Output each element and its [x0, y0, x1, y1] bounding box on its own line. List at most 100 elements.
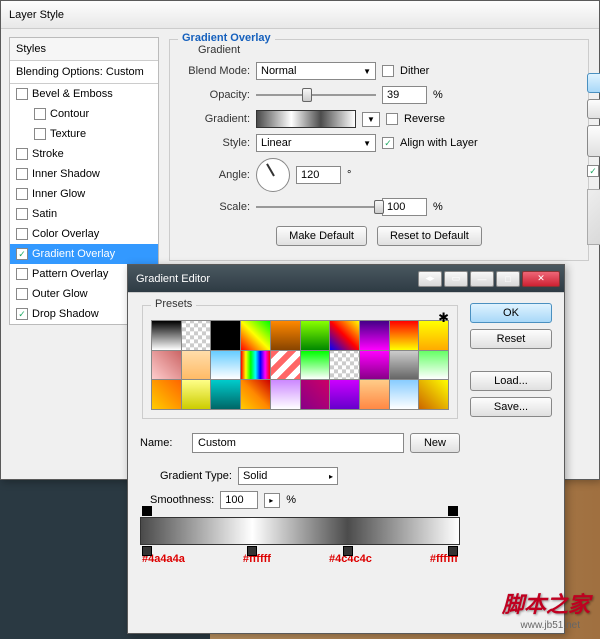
preset-swatch[interactable]	[360, 351, 389, 380]
style-checkbox[interactable]	[16, 148, 28, 160]
preset-swatch[interactable]	[390, 380, 419, 409]
preset-swatch[interactable]	[301, 321, 330, 350]
style-item[interactable]: ✓Gradient Overlay	[10, 244, 158, 264]
preset-swatch[interactable]	[330, 380, 359, 409]
style-checkbox[interactable]	[16, 208, 28, 220]
preset-swatch[interactable]	[241, 351, 270, 380]
gradient-swatch[interactable]	[256, 110, 356, 128]
cancel-button[interactable]: Cancel	[587, 99, 600, 119]
opacity-slider[interactable]	[256, 86, 376, 104]
style-checkbox[interactable]	[16, 228, 28, 240]
gradient-dropdown-arrow[interactable]: ▼	[362, 112, 380, 127]
preset-swatch[interactable]	[182, 351, 211, 380]
preset-swatch[interactable]	[301, 380, 330, 409]
preset-swatch[interactable]	[360, 380, 389, 409]
preset-swatch[interactable]	[419, 351, 448, 380]
preset-swatch[interactable]	[241, 380, 270, 409]
style-item[interactable]: Inner Shadow	[10, 164, 158, 184]
style-item[interactable]: Inner Glow	[10, 184, 158, 204]
reset-button[interactable]: Reset	[470, 329, 552, 349]
style-checkbox[interactable]	[16, 188, 28, 200]
preset-swatch[interactable]	[330, 351, 359, 380]
type-dropdown[interactable]: Solid▸	[238, 467, 338, 485]
color-stop[interactable]	[448, 546, 458, 556]
reset-default-button[interactable]: Reset to Default	[377, 226, 482, 246]
titlebar[interactable]: Gradient Editor ◂▸ ▭ — □ ✕	[128, 265, 564, 293]
style-checkbox[interactable]	[16, 288, 28, 300]
gradient-bar[interactable]	[140, 517, 460, 545]
preset-swatch[interactable]	[152, 380, 181, 409]
new-style-button[interactable]: New Style...	[587, 125, 600, 157]
close-icon[interactable]: ✕	[522, 271, 560, 287]
preset-swatch[interactable]	[152, 351, 181, 380]
preset-swatch[interactable]	[271, 351, 300, 380]
opacity-stop[interactable]	[448, 506, 458, 516]
preset-swatch[interactable]	[390, 351, 419, 380]
style-label: Stroke	[32, 148, 64, 160]
opacity-value[interactable]: 39	[382, 86, 427, 104]
styles-header[interactable]: Styles	[10, 38, 158, 61]
style-item[interactable]: Contour	[10, 104, 158, 124]
blend-mode-dropdown[interactable]: Normal▼	[256, 62, 376, 80]
gradient-overlay-group: Gradient Overlay Gradient Blend Mode: No…	[169, 39, 589, 261]
scale-slider[interactable]	[256, 198, 376, 216]
preview-checkbox[interactable]: ✓	[587, 165, 599, 177]
nav-back-icon[interactable]: ◂▸	[418, 271, 442, 287]
angle-dial[interactable]	[256, 158, 290, 192]
style-checkbox[interactable]	[34, 108, 46, 120]
angle-value[interactable]: 120	[296, 166, 341, 184]
preset-swatch[interactable]	[211, 321, 240, 350]
style-item[interactable]: Satin	[10, 204, 158, 224]
save-button[interactable]: Save...	[470, 397, 552, 417]
gear-icon[interactable]: ✱	[438, 310, 449, 326]
dither-checkbox[interactable]	[382, 65, 394, 77]
titlebar[interactable]: Layer Style	[1, 1, 599, 29]
style-checkbox[interactable]	[34, 128, 46, 140]
preset-swatch[interactable]	[301, 351, 330, 380]
preset-swatch[interactable]	[419, 380, 448, 409]
name-input[interactable]	[192, 433, 404, 453]
smoothness-arrow[interactable]: ▸	[264, 493, 280, 508]
opacity-stop[interactable]	[142, 506, 152, 516]
watermark-url: www.jb51.net	[521, 620, 580, 631]
preset-swatch[interactable]	[271, 321, 300, 350]
preset-swatch[interactable]	[211, 351, 240, 380]
color-stop[interactable]	[142, 546, 152, 556]
load-button[interactable]: Load...	[470, 371, 552, 391]
preset-swatch[interactable]	[390, 321, 419, 350]
style-checkbox[interactable]: ✓	[16, 248, 28, 260]
make-default-button[interactable]: Make Default	[276, 226, 367, 246]
color-stop[interactable]	[247, 546, 257, 556]
new-button[interactable]: New	[410, 433, 460, 453]
style-checkbox[interactable]	[16, 168, 28, 180]
align-checkbox[interactable]: ✓	[382, 137, 394, 149]
preset-swatch[interactable]	[182, 321, 211, 350]
ok-button[interactable]: OK	[470, 303, 552, 323]
preset-swatch[interactable]	[152, 321, 181, 350]
preset-swatch[interactable]	[330, 321, 359, 350]
sub-legend: Gradient	[194, 44, 244, 56]
style-checkbox[interactable]: ✓	[16, 308, 28, 320]
minimize2-icon[interactable]: —	[470, 271, 494, 287]
style-item[interactable]: Stroke	[10, 144, 158, 164]
preset-swatch[interactable]	[360, 321, 389, 350]
smoothness-value[interactable]: 100	[220, 491, 258, 509]
style-checkbox[interactable]	[16, 268, 28, 280]
preset-swatch[interactable]	[271, 380, 300, 409]
style-item[interactable]: Color Overlay	[10, 224, 158, 244]
style-item[interactable]: Bevel & Emboss	[10, 84, 158, 104]
maximize-icon[interactable]: □	[496, 271, 520, 287]
preset-swatch[interactable]	[211, 380, 240, 409]
style-dropdown[interactable]: Linear▼	[256, 134, 376, 152]
blending-options[interactable]: Blending Options: Custom	[10, 61, 158, 84]
minimize-icon[interactable]: ▭	[444, 271, 468, 287]
color-stop[interactable]	[343, 546, 353, 556]
reverse-checkbox[interactable]	[386, 113, 398, 125]
style-checkbox[interactable]	[16, 88, 28, 100]
preset-swatch[interactable]	[182, 380, 211, 409]
ok-button[interactable]: OK	[587, 73, 600, 93]
preset-swatch[interactable]	[241, 321, 270, 350]
scale-value[interactable]: 100	[382, 198, 427, 216]
style-item[interactable]: Texture	[10, 124, 158, 144]
presets-group: Presets ✱	[142, 305, 458, 419]
